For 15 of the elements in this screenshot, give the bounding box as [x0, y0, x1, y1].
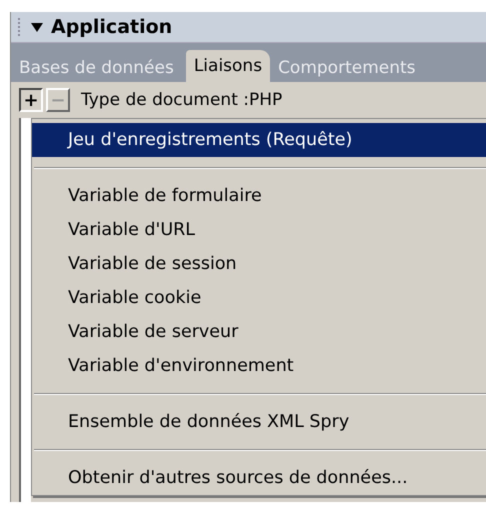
add-button[interactable]: +: [19, 88, 43, 112]
menu-item[interactable]: Variable d'URL: [32, 213, 486, 247]
grip-icon[interactable]: [17, 16, 23, 37]
panel-title: Application: [51, 16, 172, 38]
menu-item[interactable]: Variable cookie: [32, 281, 486, 315]
menu-item[interactable]: Variable de serveur: [32, 315, 486, 349]
triangle-icon[interactable]: [31, 20, 43, 33]
document-type-label: Type de document :PHP: [81, 90, 282, 110]
menu-item[interactable]: Variable de formulaire: [32, 179, 486, 213]
tab[interactable]: Liaisons: [186, 50, 270, 82]
menu-item[interactable]: Variable de session: [32, 247, 486, 281]
menu-item[interactable]: Obtenir d'autres sources de données...: [32, 461, 486, 495]
menu-item[interactable]: Jeu d'enregistrements (Requête): [32, 123, 486, 157]
menu-item[interactable]: Variable d'environnement: [32, 349, 486, 383]
menu-item[interactable]: Ensemble de données XML Spry: [32, 405, 486, 439]
